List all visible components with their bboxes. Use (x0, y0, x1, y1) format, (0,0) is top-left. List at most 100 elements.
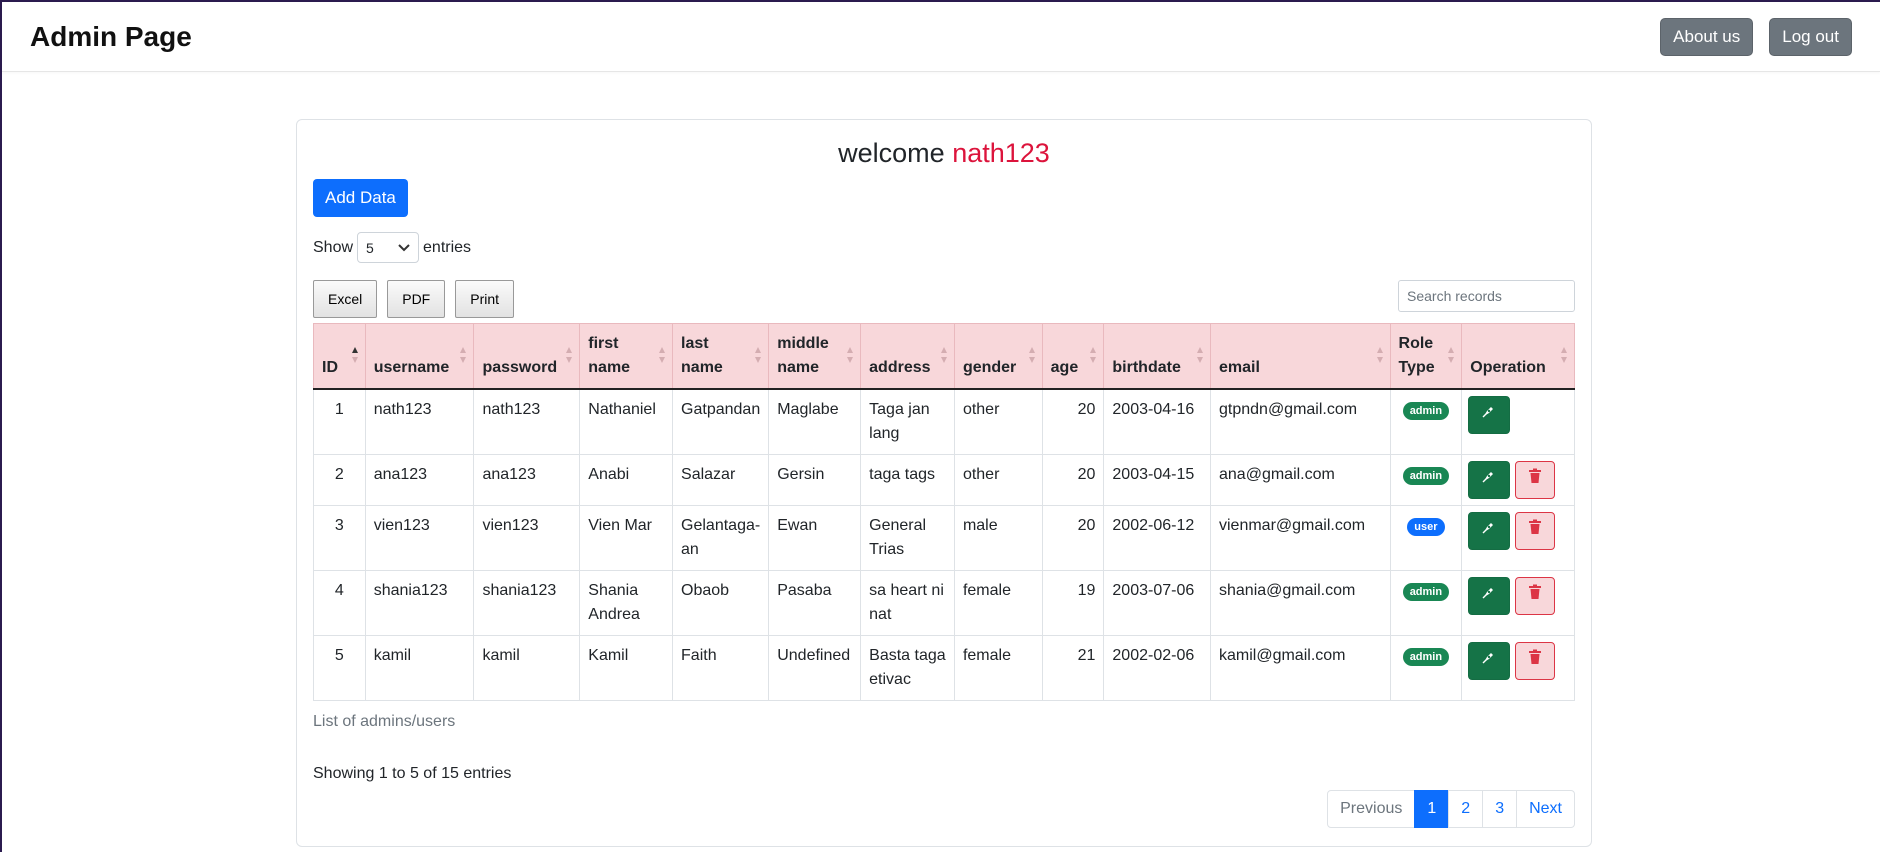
cell-address: General Trias (860, 505, 955, 571)
cell-last: Faith (672, 635, 770, 701)
table-caption: List of admins/users (313, 713, 456, 730)
entries-length-control: Show 5 entries (313, 232, 471, 263)
cell-username: ana123 (364, 454, 475, 506)
column-header-label: password (482, 359, 558, 376)
welcome-username: nath123 (952, 138, 1050, 168)
column-header[interactable]: birthdate (1103, 323, 1211, 390)
column-header[interactable]: ID (313, 323, 366, 390)
column-header[interactable]: address (860, 323, 955, 390)
pagination-page-2[interactable]: 2 (1448, 790, 1484, 828)
table-row: 4 shania123 shania123 Shania Andrea Obaob Pas… (313, 570, 1575, 636)
column-header-label: ID (322, 359, 338, 376)
pagination-next[interactable]: Next (1516, 790, 1575, 828)
role-badge: admin (1402, 467, 1450, 485)
trash-icon (1528, 649, 1542, 673)
delete-button[interactable] (1515, 577, 1556, 615)
welcome-heading: welcome nath123 (297, 138, 1591, 169)
cell-operation (1461, 635, 1575, 701)
table-header: ID username password first name last name mid… (313, 323, 1575, 390)
table-row: 3 vien123 vien123 Vien Mar Gelantaga-an Ewan G… (313, 505, 1575, 571)
cell-operation (1461, 570, 1575, 636)
pagination-page-3[interactable]: 3 (1482, 790, 1518, 828)
edit-button[interactable] (1468, 642, 1511, 680)
cell-age: 20 (1041, 388, 1105, 455)
column-header[interactable]: last name (672, 323, 770, 390)
sort-icon (1028, 346, 1036, 366)
cell-birthdate: 2002-02-06 (1103, 635, 1211, 701)
cell-operation (1461, 505, 1575, 571)
edit-button[interactable] (1468, 461, 1511, 499)
delete-button[interactable] (1515, 512, 1556, 550)
cell-middle: Pasaba (768, 570, 862, 636)
cell-birthdate: 2003-04-16 (1103, 388, 1211, 455)
cell-email: gtpndn@gmail.com (1210, 388, 1391, 455)
print-button[interactable]: Print (455, 280, 515, 318)
cell-role: user (1389, 505, 1463, 571)
cell-password: shania123 (473, 570, 581, 636)
cell-gender: female (953, 570, 1043, 636)
column-header[interactable]: Operation (1461, 323, 1575, 390)
role-badge: admin (1402, 648, 1450, 666)
column-header-label: gender (962, 359, 1017, 376)
column-header[interactable]: first name (579, 323, 674, 390)
column-header-label: address (869, 359, 931, 376)
cell-address: Basta taga etivac (860, 635, 955, 701)
cell-email: vienmar@gmail.com (1210, 505, 1391, 571)
pagination: Previous 1 2 3 Next (1327, 790, 1575, 828)
table-row: 1 nath123 nath123 Nathaniel Gatpandan Maglabe… (313, 388, 1575, 455)
add-data-button[interactable]: Add Data (313, 179, 408, 217)
sort-icon (658, 346, 666, 366)
column-header[interactable]: Role Type (1389, 323, 1463, 390)
operation-buttons (1468, 512, 1568, 550)
column-header[interactable]: gender (953, 323, 1043, 390)
cell-age: 20 (1041, 505, 1105, 571)
column-header-label: username (373, 359, 450, 376)
cell-first: Anabi (579, 454, 674, 506)
column-header[interactable]: middle name (768, 323, 862, 390)
excel-button[interactable]: Excel (313, 280, 378, 318)
edit-button[interactable] (1468, 577, 1511, 615)
pagination-previous[interactable]: Previous (1327, 790, 1416, 828)
role-badge: admin (1402, 402, 1450, 420)
cell-password: ana123 (473, 454, 581, 506)
delete-button[interactable] (1515, 461, 1556, 499)
sort-icon (565, 346, 573, 366)
entries-label: entries (423, 238, 472, 256)
pagination-page-1[interactable]: 1 (1414, 790, 1450, 828)
cell-middle: Ewan (768, 505, 862, 571)
trash-icon (1528, 519, 1542, 543)
column-header[interactable]: username (364, 323, 475, 390)
sort-icon (1560, 346, 1568, 366)
column-header[interactable]: password (473, 323, 581, 390)
cell-last: Gatpandan (672, 388, 770, 455)
entries-select[interactable]: 5 (357, 232, 420, 263)
delete-button[interactable] (1515, 642, 1556, 680)
entries-select-value: 5 (366, 239, 374, 256)
table-row: 5 kamil kamil Kamil Faith Undefined Basta taga… (313, 635, 1575, 701)
column-header[interactable]: age (1041, 323, 1105, 390)
edit-button[interactable] (1468, 512, 1511, 550)
cell-id: 4 (313, 570, 366, 636)
logout-button[interactable]: Log out (1769, 17, 1852, 56)
cell-middle: Undefined (768, 635, 862, 701)
cell-first: Kamil (579, 635, 674, 701)
welcome-prefix: welcome (838, 138, 945, 168)
cell-first: Vien Mar (579, 505, 674, 571)
cell-email: kamil@gmail.com (1210, 635, 1391, 701)
cell-gender: male (953, 505, 1043, 571)
cell-gender: other (953, 454, 1043, 506)
cell-birthdate: 2003-04-15 (1103, 454, 1211, 506)
operation-buttons (1468, 577, 1568, 615)
pdf-button[interactable]: PDF (387, 280, 446, 318)
edit-button[interactable] (1468, 396, 1511, 434)
column-header-label: first name (588, 335, 631, 376)
cell-password: vien123 (473, 505, 581, 571)
search-input[interactable] (1398, 280, 1575, 312)
sort-icon (1089, 346, 1097, 366)
cell-operation (1461, 388, 1575, 455)
trash-icon (1528, 468, 1542, 492)
cell-first: Nathaniel (579, 388, 674, 455)
sort-icon (351, 346, 359, 366)
about-us-button[interactable]: About us (1660, 17, 1754, 56)
column-header[interactable]: email (1210, 323, 1391, 390)
